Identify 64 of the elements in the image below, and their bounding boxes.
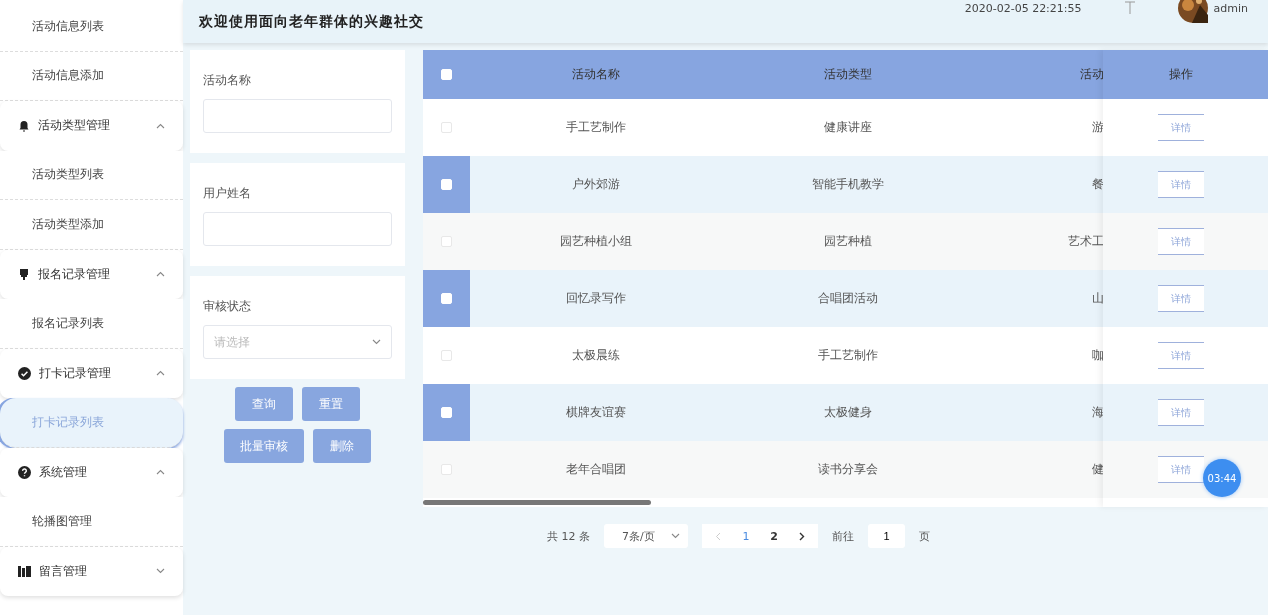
sidebar-group[interactable]: 系统管理 xyxy=(0,447,183,497)
input-field[interactable] xyxy=(203,212,392,246)
column-header: 操作 xyxy=(1168,66,1193,83)
table-cell-text: 回忆录写作 xyxy=(565,290,627,307)
table-cell: 健 xyxy=(1092,461,1104,478)
field-label: 审核状态 xyxy=(203,298,252,315)
sidebar-group-label: 系统管理 xyxy=(39,463,88,481)
table-cell-text: 园艺种植 xyxy=(823,233,873,250)
table-cell-text: 手工艺制作 xyxy=(565,119,627,136)
table-cell-text: 健康讲座 xyxy=(823,119,873,136)
column-header: 活动名称 xyxy=(571,66,621,83)
chevron-left-icon xyxy=(715,531,721,541)
page-number[interactable]: 2 xyxy=(762,525,786,547)
chevron-up-icon xyxy=(156,370,165,377)
select-all-checkbox[interactable] xyxy=(441,69,452,80)
chevron-down-icon xyxy=(372,339,381,345)
column-header: 活动 xyxy=(1080,66,1104,83)
page-input[interactable]: 1 xyxy=(868,524,905,548)
table-cell-text: 老年合唱团 xyxy=(565,461,627,478)
page-title: 欢迎使用面向老年群体的兴趣社交 xyxy=(199,12,425,31)
chevron-down-icon xyxy=(156,568,165,575)
table-cell-text: 合唱团活动 xyxy=(817,290,879,307)
table-cell: 海 xyxy=(1092,404,1104,421)
sidebar-group-label: 报名记录管理 xyxy=(38,265,111,283)
field-label: 用户姓名 xyxy=(203,185,252,202)
table-cell: 咖 xyxy=(1092,347,1104,364)
column-header: 活动类型 xyxy=(823,66,873,83)
chevron-up-icon xyxy=(156,271,165,278)
check-circle-icon xyxy=(18,366,31,380)
stamp-icon xyxy=(18,268,30,281)
bar-chart-icon xyxy=(18,565,31,578)
table-cell-text: 户外郊游 xyxy=(571,176,621,193)
table-cell: 艺术工 xyxy=(1068,233,1104,250)
table-cell: 山 xyxy=(1092,290,1104,307)
table-cell-text: 园艺种植小组 xyxy=(559,233,633,250)
field-label: 活动名称 xyxy=(203,72,252,89)
username: admin xyxy=(1213,1,1248,15)
chevron-down-icon xyxy=(671,533,680,539)
sidebar-group[interactable]: 报名记录管理 xyxy=(0,249,183,299)
sidebar-group-label: 留言管理 xyxy=(39,562,88,580)
table-cell-text: 智能手机教学 xyxy=(811,176,885,193)
chevron-right-icon xyxy=(799,531,805,541)
total-count: 共 12 条 xyxy=(547,528,590,544)
input-field[interactable] xyxy=(203,99,392,133)
datetime: 2020-02-05 22:21:55 xyxy=(964,1,1082,15)
table-cell-text: 太极晨练 xyxy=(571,347,621,364)
chevron-up-icon xyxy=(156,469,165,476)
sidebar-group-label: 活动类型管理 xyxy=(38,117,111,135)
table-cell: 餐 xyxy=(1092,176,1104,193)
table-cell-text: 棋牌友谊赛 xyxy=(565,404,627,421)
sidebar-group[interactable]: 留言管理 xyxy=(0,546,183,596)
table-cell-text: 太极健身 xyxy=(823,404,873,421)
page-size-select[interactable]: 7条/页 xyxy=(604,524,688,548)
table-cell-text: 读书分享会 xyxy=(817,461,879,478)
sidebar-group-label: 打卡记录管理 xyxy=(39,364,112,382)
page-suffix: 页 xyxy=(919,528,930,544)
help-icon xyxy=(18,465,31,479)
table-cell-text: 手工艺制作 xyxy=(817,347,879,364)
sidebar-group[interactable]: 打卡记录管理 xyxy=(0,348,183,398)
chevron-up-icon xyxy=(156,122,165,129)
table-cell: 游 xyxy=(1092,119,1104,136)
scrollbar-thumb[interactable] xyxy=(423,500,651,505)
sidebar-group[interactable]: 活动类型管理 xyxy=(0,101,183,151)
goto-label: 前往 xyxy=(832,528,854,544)
